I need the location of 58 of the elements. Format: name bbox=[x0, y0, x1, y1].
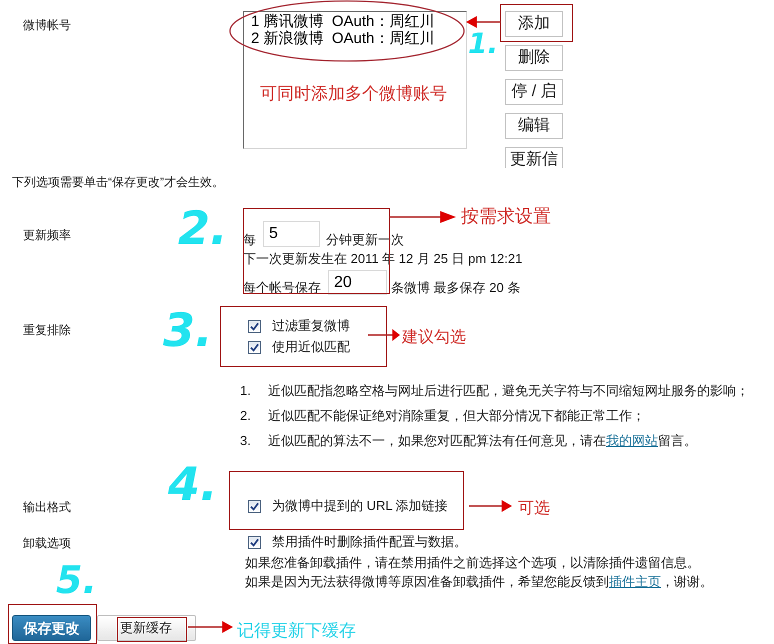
refresh-cache-button[interactable]: 更新缓存 bbox=[97, 615, 196, 641]
list-text: 近似匹配指忽略空格与网址后进行匹配，避免无关字符与不同缩短网址服务的影响； bbox=[268, 383, 749, 399]
checkbox[interactable] bbox=[248, 536, 261, 548]
account-button[interactable]: 添加 bbox=[505, 11, 563, 37]
keep-count-input[interactable]: 20 bbox=[328, 270, 387, 295]
checkbox-label: 禁用插件时删除插件配置与数据。 bbox=[272, 534, 467, 550]
check-icon bbox=[250, 342, 259, 352]
annotation-note: 可选 bbox=[518, 499, 550, 519]
account-item[interactable]: 2 新浪微博 OAuth：周红川 bbox=[251, 30, 434, 47]
checkbox[interactable] bbox=[248, 320, 261, 332]
list-number: 3. bbox=[240, 433, 252, 449]
field-text: 条微博 最多保存 20 条 bbox=[391, 281, 520, 295]
arrow bbox=[466, 16, 500, 28]
annotation-note: 记得更新下缓存 bbox=[237, 621, 356, 641]
field-label: 重复排除 bbox=[23, 323, 71, 337]
annotation-note: 按需求设置 bbox=[461, 206, 551, 226]
list-text: 近似匹配的算法不一，如果您对匹配算法有任何意见，请在我的网站留言。 bbox=[268, 433, 697, 449]
arrow bbox=[368, 329, 400, 341]
link[interactable]: 我的网站 bbox=[606, 433, 658, 448]
highlight-frame bbox=[117, 617, 187, 642]
field-label: 输出格式 bbox=[23, 500, 71, 514]
account-item[interactable]: 1 腾讯微博 OAuth：周红川 bbox=[251, 13, 434, 30]
field-label: 更新频率 bbox=[23, 228, 71, 242]
field-text: 每 bbox=[243, 233, 256, 247]
check-icon bbox=[250, 538, 259, 546]
save-button[interactable]: 保存更改 bbox=[12, 615, 91, 641]
annotation-note: 可同时添加多个微博账号 bbox=[260, 84, 447, 104]
account-button[interactable]: 删除 bbox=[505, 45, 563, 71]
annotation-note: 建议勾选 bbox=[402, 328, 466, 348]
arrow bbox=[469, 500, 512, 512]
checkbox[interactable] bbox=[248, 500, 261, 512]
help-text: 如果您准备卸载插件，请在禁用插件之前选择这个选项，以清除插件遗留信息。 bbox=[245, 554, 700, 572]
field-label: 微博帐号 bbox=[23, 18, 71, 32]
list-text: 近似匹配不能保证绝对消除重复，但大部分情况下都能正常工作； bbox=[268, 408, 645, 424]
interval-input[interactable]: 5 bbox=[263, 221, 320, 247]
step-number: 5. bbox=[56, 558, 97, 602]
step-number: 2. bbox=[178, 206, 228, 250]
step-number: 4. bbox=[168, 462, 218, 506]
list-number: 1. bbox=[240, 383, 252, 399]
account-button[interactable]: 更新信 bbox=[505, 147, 563, 168]
step-number: 1. bbox=[468, 28, 498, 60]
link[interactable]: 插件主页 bbox=[609, 574, 661, 589]
arrow bbox=[390, 211, 456, 223]
checkbox-label: 过滤重复微博 bbox=[272, 318, 350, 334]
help-text: 如果是因为无法获得微博等原因准备卸载插件，希望您能反馈到插件主页，谢谢。 bbox=[245, 573, 713, 591]
field-text: 每个帐号保存 bbox=[243, 281, 321, 295]
account-button[interactable]: 停 / 启 bbox=[505, 79, 563, 105]
check-icon bbox=[250, 502, 259, 510]
account-button[interactable]: 编辑 bbox=[505, 113, 563, 139]
arrow bbox=[188, 621, 233, 633]
check-icon bbox=[250, 322, 259, 330]
checkbox[interactable] bbox=[248, 340, 261, 354]
list-number: 2. bbox=[240, 408, 252, 424]
field-label: 卸载选项 bbox=[23, 536, 71, 550]
checkbox-label: 使用近似匹配 bbox=[272, 339, 350, 355]
notice-text: 下列选项需要单击“保存更改”才会生效。 bbox=[12, 174, 224, 190]
checkbox-label: 为微博中提到的 URL 添加链接 bbox=[272, 498, 448, 514]
step-number: 3. bbox=[163, 308, 212, 352]
